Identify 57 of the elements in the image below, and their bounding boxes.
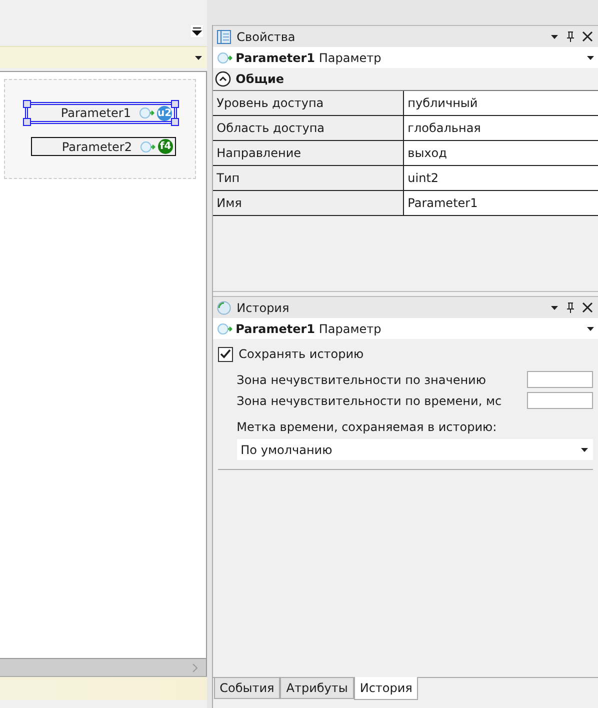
group-title: Общие [236,72,284,86]
property-name: Направление [212,141,404,166]
type-badge: u2 [157,106,172,120]
block-label: Parameter2 [62,140,132,154]
properties-icon [216,30,231,44]
tab[interactable]: Атрибуты [280,678,354,699]
tab[interactable]: События [214,678,280,699]
property-value[interactable]: глобальная [404,116,598,141]
block-label: Parameter1 [60,106,131,120]
collapse-icon[interactable] [214,71,231,87]
pin-icon[interactable] [565,30,576,42]
dropdown[interactable]: По умолчанию [236,439,593,460]
close-icon[interactable] [582,302,593,313]
object-selector[interactable]: Parameter1 Параметр [212,318,598,339]
input-field[interactable] [527,392,593,409]
type-badge: f4 [158,139,173,154]
output-icon [140,140,156,152]
parameter-block[interactable]: Parameter2 f4 [31,137,176,156]
field-label: Метка времени, сохраняемая в историю: [236,419,498,436]
field-label: Зона нечувствительности по времени, мс [236,394,502,408]
horizontal-scrollbar[interactable] [0,659,207,676]
tab[interactable]: История [354,677,418,700]
caret-icon[interactable] [580,446,589,454]
parameter-icon [216,52,233,64]
overflow-icon[interactable] [190,25,203,37]
field-label: Зона нечувствительности по значению [236,372,486,386]
property-name: Область доступа [212,116,404,141]
caret-icon[interactable] [586,54,595,62]
property-name: Уровень доступа [212,91,404,116]
property-value[interactable]: Parameter1 [404,191,598,215]
resize-handle[interactable] [171,100,179,108]
resize-handle[interactable] [23,118,31,126]
object-selector[interactable]: Parameter1 Параметр [212,47,598,68]
close-icon[interactable] [582,31,593,42]
parameter-block[interactable]: Parameter1 u2 [25,102,177,124]
dropdown-icon[interactable] [550,32,559,40]
object-name: Parameter1 Параметр [236,50,382,64]
parameter-icon [216,322,233,334]
caret-icon[interactable] [194,54,203,62]
dropdown-icon[interactable] [550,304,559,312]
property-value[interactable]: публичный [404,91,598,116]
checkbox-label: Сохранять историю [238,347,364,361]
property-value[interactable]: uint2 [404,166,598,191]
pin-icon[interactable] [565,302,576,314]
clock-icon [216,300,231,314]
selector-field[interactable] [0,46,207,68]
object-name: Parameter1 Параметр [236,322,382,336]
checkbox[interactable] [218,346,233,362]
output-icon [139,107,155,119]
panel-title: Свойства [236,30,296,44]
caret-icon[interactable] [586,324,595,332]
property-name: Тип [212,166,404,191]
resize-handle[interactable] [171,118,179,126]
input-field[interactable] [527,371,593,388]
property-value[interactable]: выход [404,141,598,166]
resize-handle[interactable] [23,100,31,108]
panel-title: История [236,300,290,314]
